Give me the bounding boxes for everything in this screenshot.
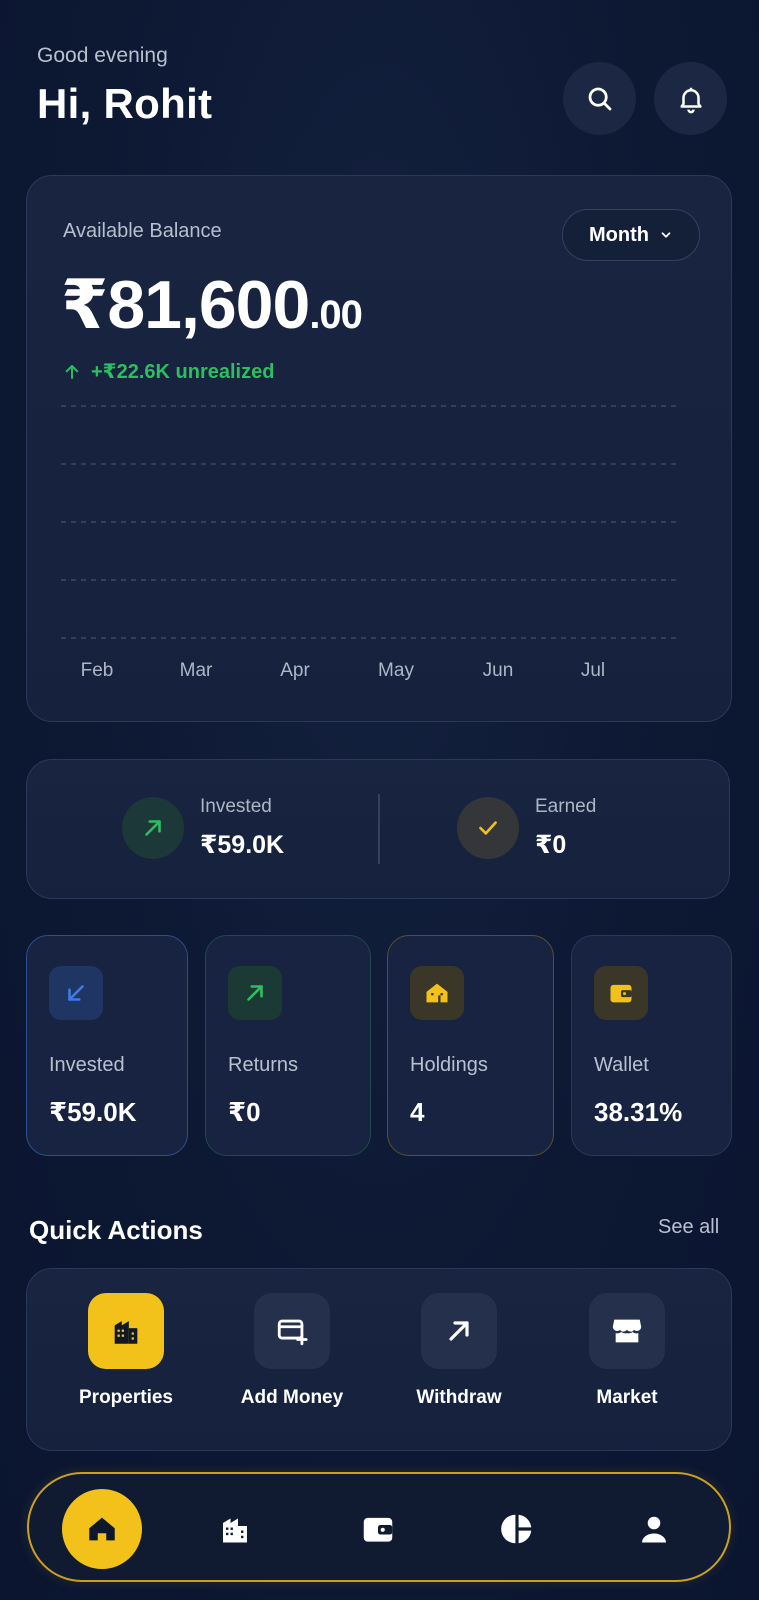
x-tick-label: Jul <box>581 660 605 681</box>
period-dropdown[interactable]: Month <box>562 209 700 261</box>
add-card-icon <box>254 1293 330 1369</box>
earned-label: Earned <box>535 796 597 817</box>
balance-card: Available Balance Month ₹81,600.00 +₹22.… <box>26 175 732 722</box>
stat-value: 38.31% <box>594 1097 683 1127</box>
arrow-up-right-icon <box>122 797 184 859</box>
bottom-nav <box>27 1472 731 1582</box>
earned-summary: Earned ₹0 <box>457 796 596 860</box>
quick-action-add-money[interactable]: Add Money <box>217 1293 367 1409</box>
x-tick-label: Jun <box>483 660 514 681</box>
stat-card-holdings[interactable]: Holdings 4 <box>387 935 554 1156</box>
quick-action-label: Properties <box>79 1387 173 1408</box>
greeting-text: Good evening <box>37 44 168 67</box>
stat-label: Wallet <box>594 1054 649 1076</box>
period-label: Month <box>589 223 649 246</box>
invested-summary: Invested ₹59.0K <box>122 796 284 860</box>
nav-home[interactable] <box>62 1489 142 1569</box>
nav-profile[interactable] <box>614 1489 694 1569</box>
stat-label: Returns <box>228 1054 299 1076</box>
see-all-link[interactable]: See all <box>658 1216 719 1239</box>
header: Good evening Hi, Rohit <box>37 44 212 128</box>
stat-card-invested[interactable]: Invested ₹59.0K <box>26 935 188 1156</box>
earned-value: ₹0 <box>535 831 567 859</box>
balance-main: ₹81,600 <box>61 267 310 343</box>
arrow-up-right-icon <box>228 966 282 1020</box>
quick-actions-card: Properties Add Money Withdraw Market <box>26 1268 732 1451</box>
stat-value: ₹59.0K <box>49 1097 137 1127</box>
nav-wallet[interactable] <box>338 1489 418 1569</box>
store-icon <box>589 1293 665 1369</box>
invested-label: Invested <box>200 796 272 817</box>
arrow-down-left-icon <box>49 966 103 1020</box>
balance-amount: ₹81,600.00 <box>61 266 363 345</box>
check-icon <box>457 797 519 859</box>
bell-icon <box>679 87 702 113</box>
x-tick-label: Feb <box>81 660 114 681</box>
nav-properties[interactable] <box>195 1489 275 1569</box>
search-icon <box>588 87 611 110</box>
home-icon <box>410 966 464 1020</box>
x-tick-label: May <box>378 660 414 681</box>
arrow-up-right-icon <box>421 1293 497 1369</box>
quick-action-withdraw[interactable]: Withdraw <box>384 1293 534 1409</box>
home-icon <box>89 1517 115 1541</box>
unrealized-text: +₹22.6K unrealized <box>91 361 275 383</box>
notifications-button[interactable] <box>654 62 727 135</box>
quick-actions-title: Quick Actions <box>29 1215 203 1245</box>
user-icon <box>642 1516 666 1543</box>
balance-chart: Feb Mar Apr May Jun Jul <box>61 405 677 681</box>
wallet-icon <box>594 966 648 1020</box>
nav-analytics[interactable] <box>477 1489 557 1569</box>
pie-chart-icon <box>501 1514 532 1544</box>
unrealized-gain: +₹22.6K unrealized <box>63 359 274 384</box>
invested-value: ₹59.0K <box>200 831 285 859</box>
page-title: Hi, Rohit <box>37 80 213 127</box>
balance-label: Available Balance <box>63 220 222 242</box>
quick-action-label: Withdraw <box>416 1387 502 1408</box>
balance-decimal: .00 <box>309 293 363 337</box>
quick-action-market[interactable]: Market <box>552 1293 702 1409</box>
stat-card-wallet[interactable]: Wallet 38.31% <box>571 935 732 1156</box>
arrow-up-icon <box>65 364 79 379</box>
stat-label: Invested <box>49 1054 125 1076</box>
wallet-icon <box>363 1517 393 1542</box>
quick-action-label: Market <box>596 1387 658 1408</box>
stat-label: Holdings <box>410 1054 488 1076</box>
building-icon <box>223 1518 247 1543</box>
divider <box>378 794 380 864</box>
stat-card-returns[interactable]: Returns ₹0 <box>205 935 371 1156</box>
search-button[interactable] <box>563 62 636 135</box>
quick-action-properties[interactable]: Properties <box>51 1293 201 1409</box>
stat-value: ₹0 <box>228 1097 261 1127</box>
x-tick-label: Apr <box>280 660 310 681</box>
chevron-down-icon <box>661 232 671 238</box>
quick-action-label: Add Money <box>240 1387 344 1408</box>
summary-card: Invested ₹59.0K Earned ₹0 <box>26 759 730 899</box>
building-icon <box>88 1293 164 1369</box>
x-tick-label: Mar <box>180 660 213 681</box>
stat-value: 4 <box>410 1097 425 1127</box>
